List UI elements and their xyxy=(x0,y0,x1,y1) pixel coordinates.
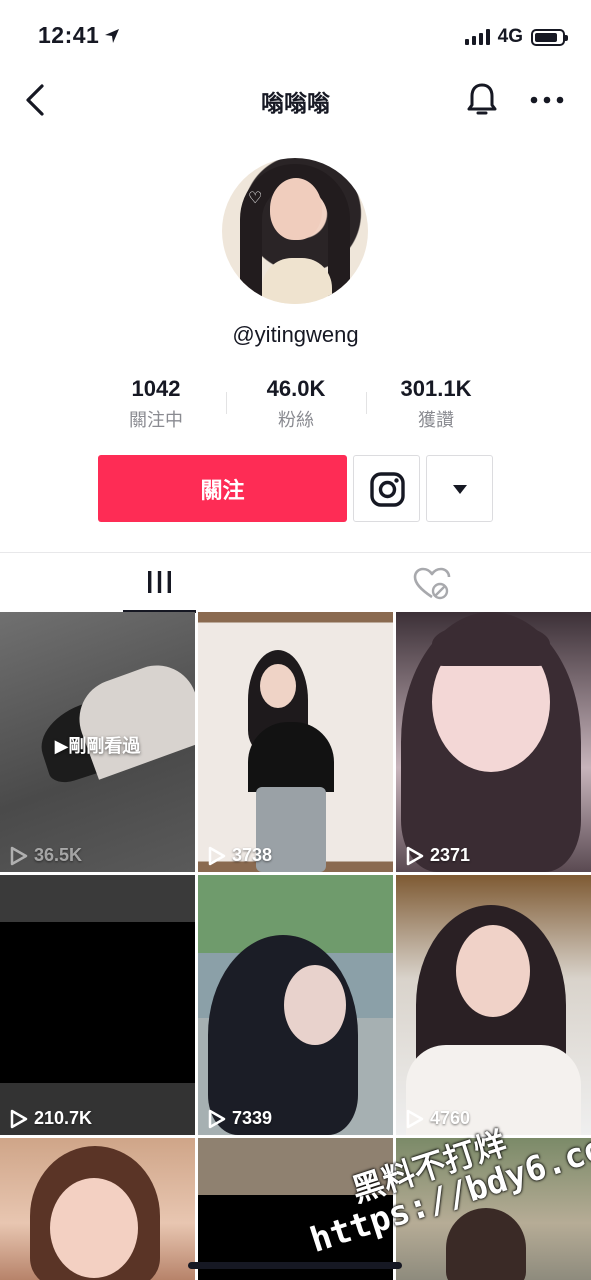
view-count-text: 36.5K xyxy=(34,845,83,865)
grid-bars-icon xyxy=(148,571,171,593)
status-indicators: 4G xyxy=(464,26,568,48)
nav-bar: 嗡嗡嗡 xyxy=(0,70,591,130)
location-arrow-icon xyxy=(105,29,119,43)
view-count: 210.7K xyxy=(10,1108,92,1129)
more-dropdown-button[interactable] xyxy=(426,455,493,522)
play-icon xyxy=(406,1109,424,1128)
view-count: 7339 xyxy=(208,1108,272,1129)
bell-icon[interactable] xyxy=(464,80,500,120)
stat-label: 獲讚 xyxy=(418,410,454,430)
battery-level xyxy=(535,32,558,42)
stat-followers[interactable]: 46.0K 粉絲 xyxy=(226,376,366,436)
view-count-text: 2371 xyxy=(430,845,471,865)
view-count-text: 7339 xyxy=(232,1108,273,1128)
view-count-text: 3738 xyxy=(232,845,273,865)
username: @yitingweng xyxy=(232,322,359,347)
play-icon xyxy=(406,846,424,865)
more-options-icon[interactable] xyxy=(528,90,566,110)
stat-value: 1042 xyxy=(131,376,181,401)
stat-likes[interactable]: 301.1K 獲讚 xyxy=(366,376,506,436)
play-icon xyxy=(10,846,28,865)
view-count-text: 210.7K xyxy=(34,1108,93,1128)
avatar[interactable]: ♡ xyxy=(222,158,368,304)
follow-button[interactable]: 關注 xyxy=(98,455,347,522)
view-count: 4760 xyxy=(406,1108,470,1129)
heart-sticker-icon: ♡ xyxy=(248,190,263,207)
view-count-text: 4760 xyxy=(430,1108,471,1128)
view-count: 2371 xyxy=(406,845,470,866)
stat-label: 粉絲 xyxy=(278,410,314,430)
home-indicator[interactable] xyxy=(188,1262,402,1269)
network-label: 4G xyxy=(497,26,523,47)
recently-watched-label: ▶剛剛看過 xyxy=(54,736,141,756)
play-icon xyxy=(208,1109,226,1128)
caret-down-icon xyxy=(453,485,467,494)
video-thumbnail[interactable]: 7339 xyxy=(198,875,393,1135)
status-bar: 12:41 4G xyxy=(0,0,591,70)
profile-stats: 1042 關注中 46.0K 粉絲 301.1K 獲讚 xyxy=(86,376,506,436)
battery-icon xyxy=(531,28,568,46)
stat-value: 46.0K xyxy=(266,376,326,401)
play-icon xyxy=(208,846,226,865)
status-time: 12:41 xyxy=(38,22,100,48)
video-thumbnail[interactable]: 210.7K xyxy=(0,875,195,1135)
tab-videos[interactable] xyxy=(123,553,196,613)
stat-following[interactable]: 1042 關注中 xyxy=(86,376,226,436)
view-count: 3738 xyxy=(208,845,272,866)
signal-icon xyxy=(464,29,490,45)
stat-value: 301.1K xyxy=(400,376,472,401)
video-thumbnail[interactable]: 3738 xyxy=(198,612,393,872)
video-thumbnail[interactable]: ▶剛剛看過 36.5K xyxy=(0,612,195,872)
play-icon xyxy=(10,1109,28,1128)
hidden-heart-icon[interactable] xyxy=(412,567,452,601)
content-tabs xyxy=(0,552,591,613)
instagram-icon xyxy=(370,472,405,507)
video-thumbnail[interactable]: 2371 xyxy=(396,612,591,872)
instagram-button[interactable] xyxy=(353,455,420,522)
video-thumbnail[interactable] xyxy=(0,1138,195,1280)
video-thumbnail[interactable]: 4760 xyxy=(396,875,591,1135)
stat-label: 關注中 xyxy=(129,410,183,430)
view-count: 36.5K xyxy=(10,845,82,866)
page-title: 嗡嗡嗡 xyxy=(261,90,330,116)
